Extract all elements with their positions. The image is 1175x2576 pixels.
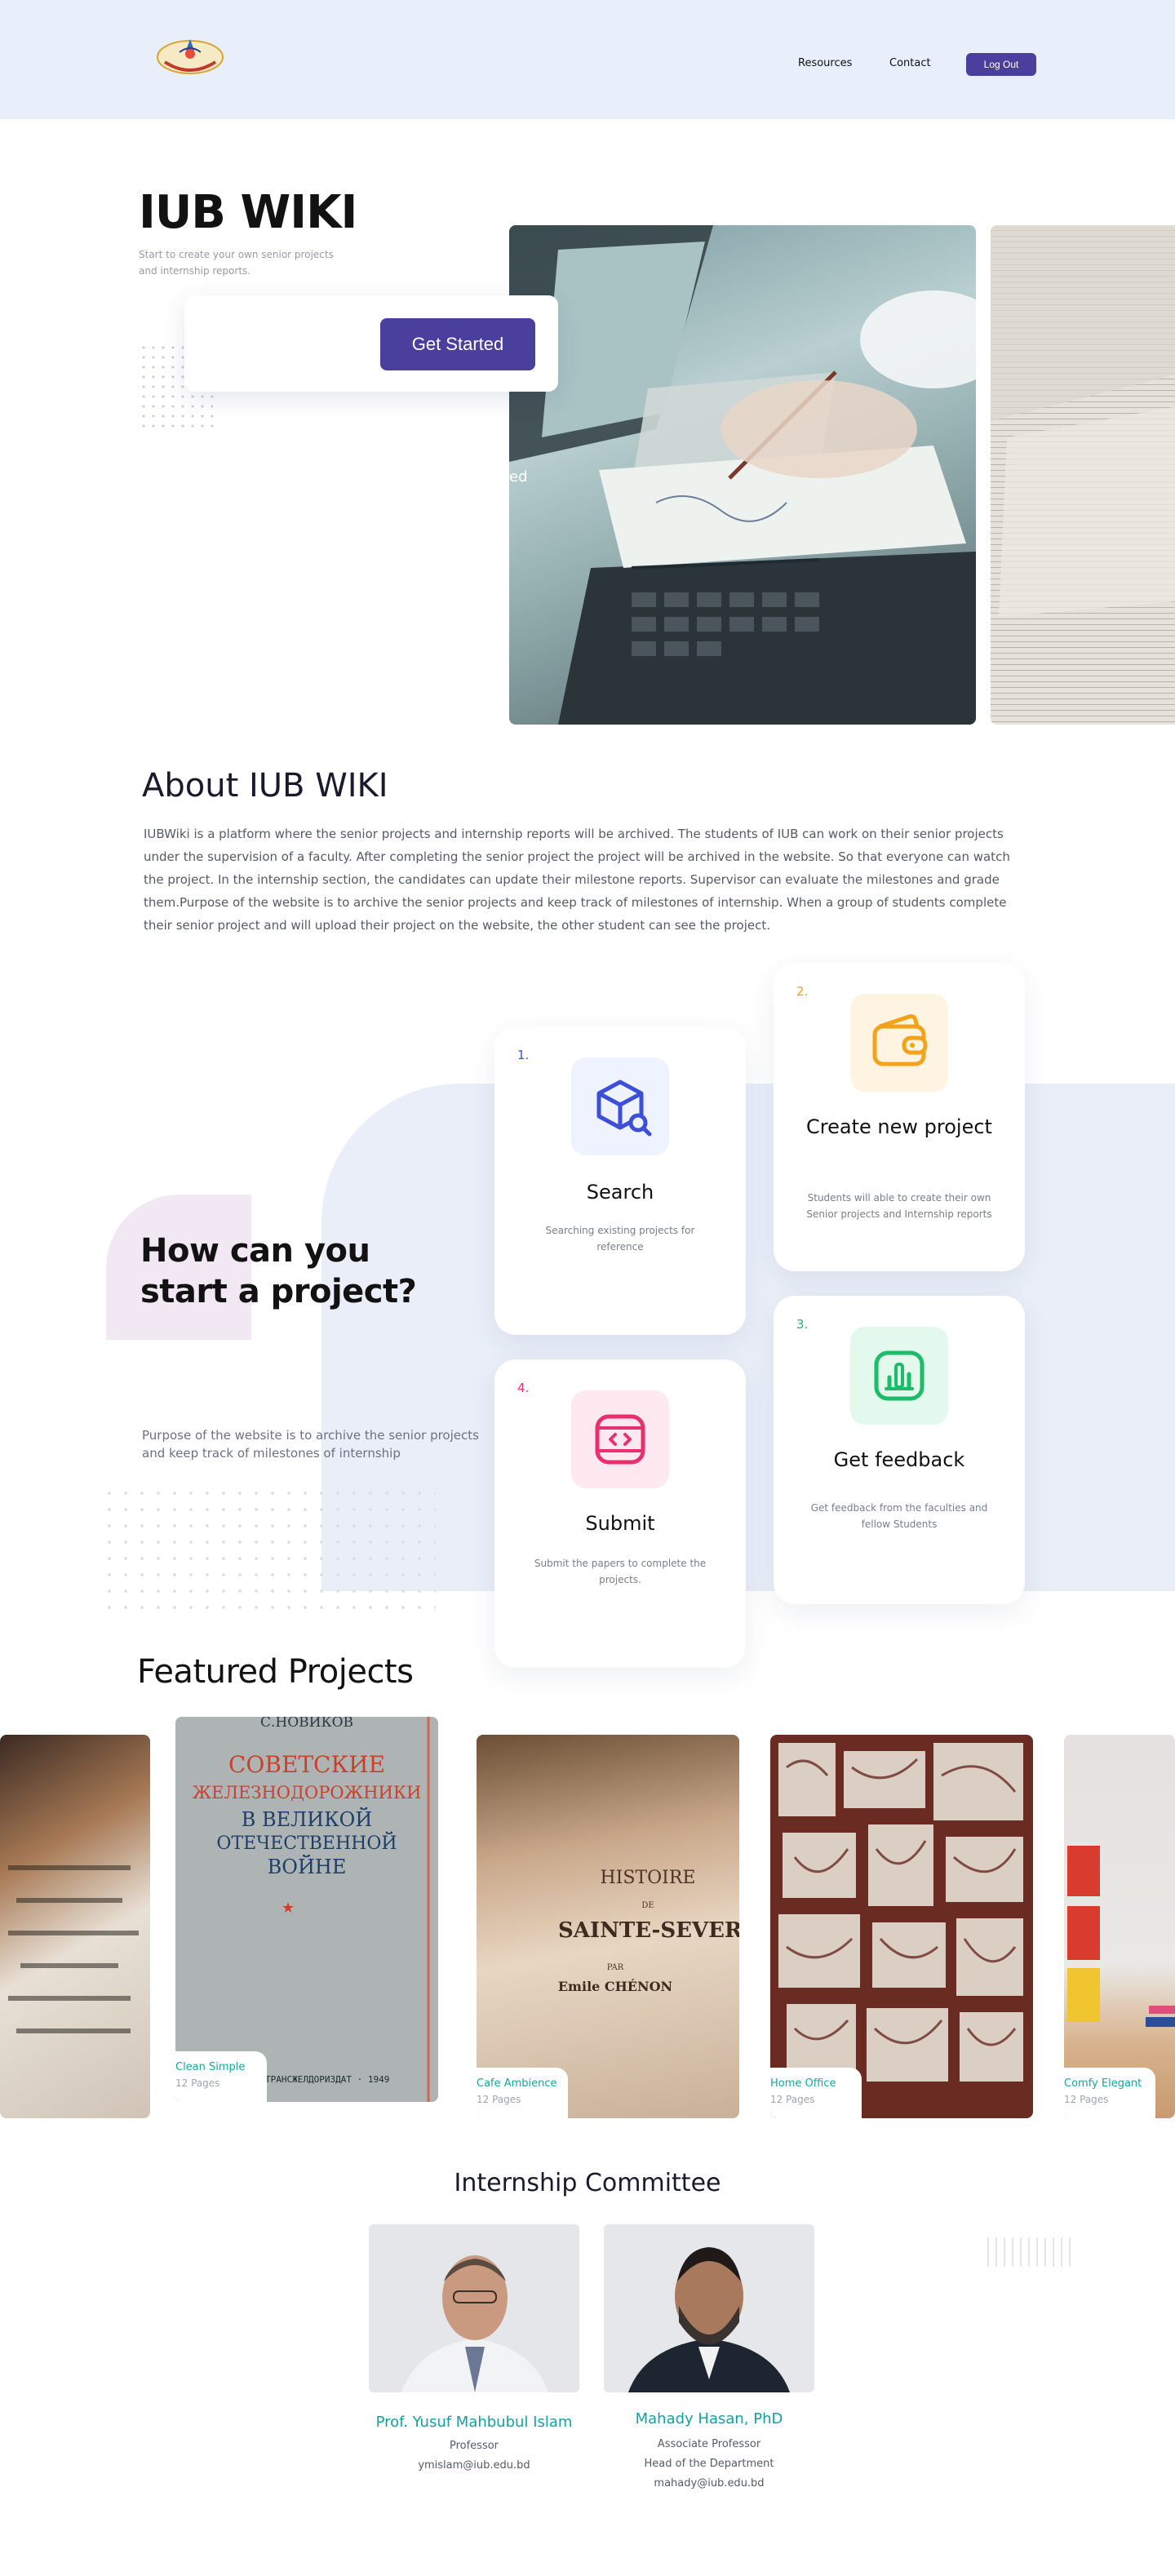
wallet-icon [850,994,948,1092]
project-name: Home Office [770,2077,836,2090]
project-card-clean-simple[interactable]: С.НОВИКОВ СОВЕТСКИЕ ЖЕЛЕЗНОДОРОЖНИКИ В В… [175,1717,438,2102]
step-description: Students will able to create their own S… [806,1192,992,1220]
hero-image-laptop [509,225,976,725]
project-name: Cafe Ambience [477,2077,557,2090]
decorative-lines [987,2237,1077,2267]
how-title: How can you start a project? [140,1232,417,1310]
book-title-line: СОВЕТСКИЕ [228,1751,385,1778]
book-author: С.НОВИКОВ [260,1717,353,1731]
member-title: Associate Professor [657,2438,761,2450]
dot-pattern [101,1485,436,1616]
project-name: Comfy Elegant [1064,2077,1142,2090]
project-card-cafe-ambience[interactable]: HISTOIRE DE SAINTE-SEVERE-EN-BERRY PAR E… [477,1735,739,2118]
project-caption: Cafe Ambience 12 Pages [477,2068,568,2118]
book-title-line: В ВЕЛИКОЙ [242,1807,373,1831]
how-description: Purpose of the website is to archive the… [142,1428,479,1461]
featured-title: Featured Projects [137,1653,414,1691]
project-pages: 12 Pages [175,2077,220,2089]
about-title: About IUB WIKI [142,767,388,805]
hero-image-book-pages [991,225,1175,725]
book-title-line: ЖЕЛЕЗНОДОРОЖНИКИ [193,1783,422,1802]
step-title: Get feedback [833,1448,965,1471]
project-card-home-office[interactable]: Home Office 12 Pages [770,1735,1033,2118]
step-card-submit[interactable]: 4. Submit Submit the papers to complete … [494,1359,746,1668]
chart-icon [850,1327,948,1425]
step-description: Get feedback from the faculties and fell… [810,1502,988,1530]
hero-title: IUB WIKI [139,186,357,239]
member-photo [369,2224,579,2392]
book-text: PAR [607,1963,624,1972]
step-number: 4. [517,1381,530,1395]
book-title-line: ВОЙНЕ [268,1854,347,1878]
step-card-feedback[interactable]: 3. Get feedback Get feedback from the fa… [774,1296,1025,1604]
step-description: Searching existing projects for referenc… [545,1225,695,1253]
book-text: DE [641,1901,654,1910]
member-name: Prof. Yusuf Mahbubul Islam [375,2414,573,2431]
step-title: Create new project [806,1115,992,1138]
book-text: HISTOIRE [601,1868,696,1888]
nav-resources[interactable]: Resources [798,57,852,69]
search-box-icon [571,1057,669,1155]
step-card-create[interactable]: 2. Create new project Students will able… [774,963,1025,1271]
project-pages: 12 Pages [477,2094,521,2105]
about-body: IUBWiki is a platform where the senior p… [144,827,1010,933]
iub-logo[interactable] [155,33,225,78]
member-email[interactable]: mahady@iub.edu.bd [587,2477,831,2490]
member-email[interactable]: ymislam@iub.edu.bd [352,2459,596,2472]
hero-subtitle: Start to create your own senior projects… [139,249,334,277]
step-card-search[interactable]: 1. Search Searching existing projects fo… [494,1026,746,1335]
project-card-partial[interactable] [0,1735,150,2118]
code-box-icon [571,1390,669,1488]
project-pages: 12 Pages [1064,2094,1109,2105]
step-number: 2. [796,984,809,999]
step-number: 3. [796,1317,809,1332]
how-section-background [321,1084,1175,1591]
member-name: Mahady Hasan, PhD [635,2410,783,2427]
step-number: 1. [517,1048,530,1062]
project-name: Clean Simple [175,2061,246,2073]
project-caption: Clean Simple 12 Pages [175,2051,267,2102]
step-description: Submit the papers to complete the projec… [534,1558,707,1585]
committee-title: Internship Committee [454,2169,721,2197]
project-caption: Comfy Elegant 12 Pages [1064,2068,1155,2118]
book-imprint: ТРАНСЖЕЛДОРИЗДАТ · 1949 [265,2074,389,2085]
member-title: Professor [449,2440,499,2452]
book-text: SAINTE-SEVERE-EN-BERRY [558,1918,739,1943]
step-title: Submit [585,1512,655,1535]
step-title: Search [586,1181,654,1204]
nav-contact[interactable]: Contact [889,57,931,69]
star-icon: ★ [282,1900,295,1917]
project-card-comfy-elegant[interactable]: Comfy Elegant 12 Pages [1064,1735,1175,2118]
member-photo [604,2224,814,2392]
project-caption: Home Office 12 Pages [770,2068,862,2118]
page: Resources Contact Log Out IUB WIKI Start… [0,0,1175,2576]
book-text: Emile CHÉNON [558,1978,672,1994]
member-role: Head of the Department [644,2458,774,2470]
get-started-button[interactable]: Get Started [380,318,535,370]
book-title-line: ОТЕЧЕСТВЕННОЙ [216,1831,397,1854]
project-pages: 12 Pages [770,2094,815,2105]
hero-text-fragment: ed [509,468,528,485]
logout-button[interactable]: Log Out [966,53,1036,76]
top-header: Resources Contact Log Out [0,0,1175,119]
